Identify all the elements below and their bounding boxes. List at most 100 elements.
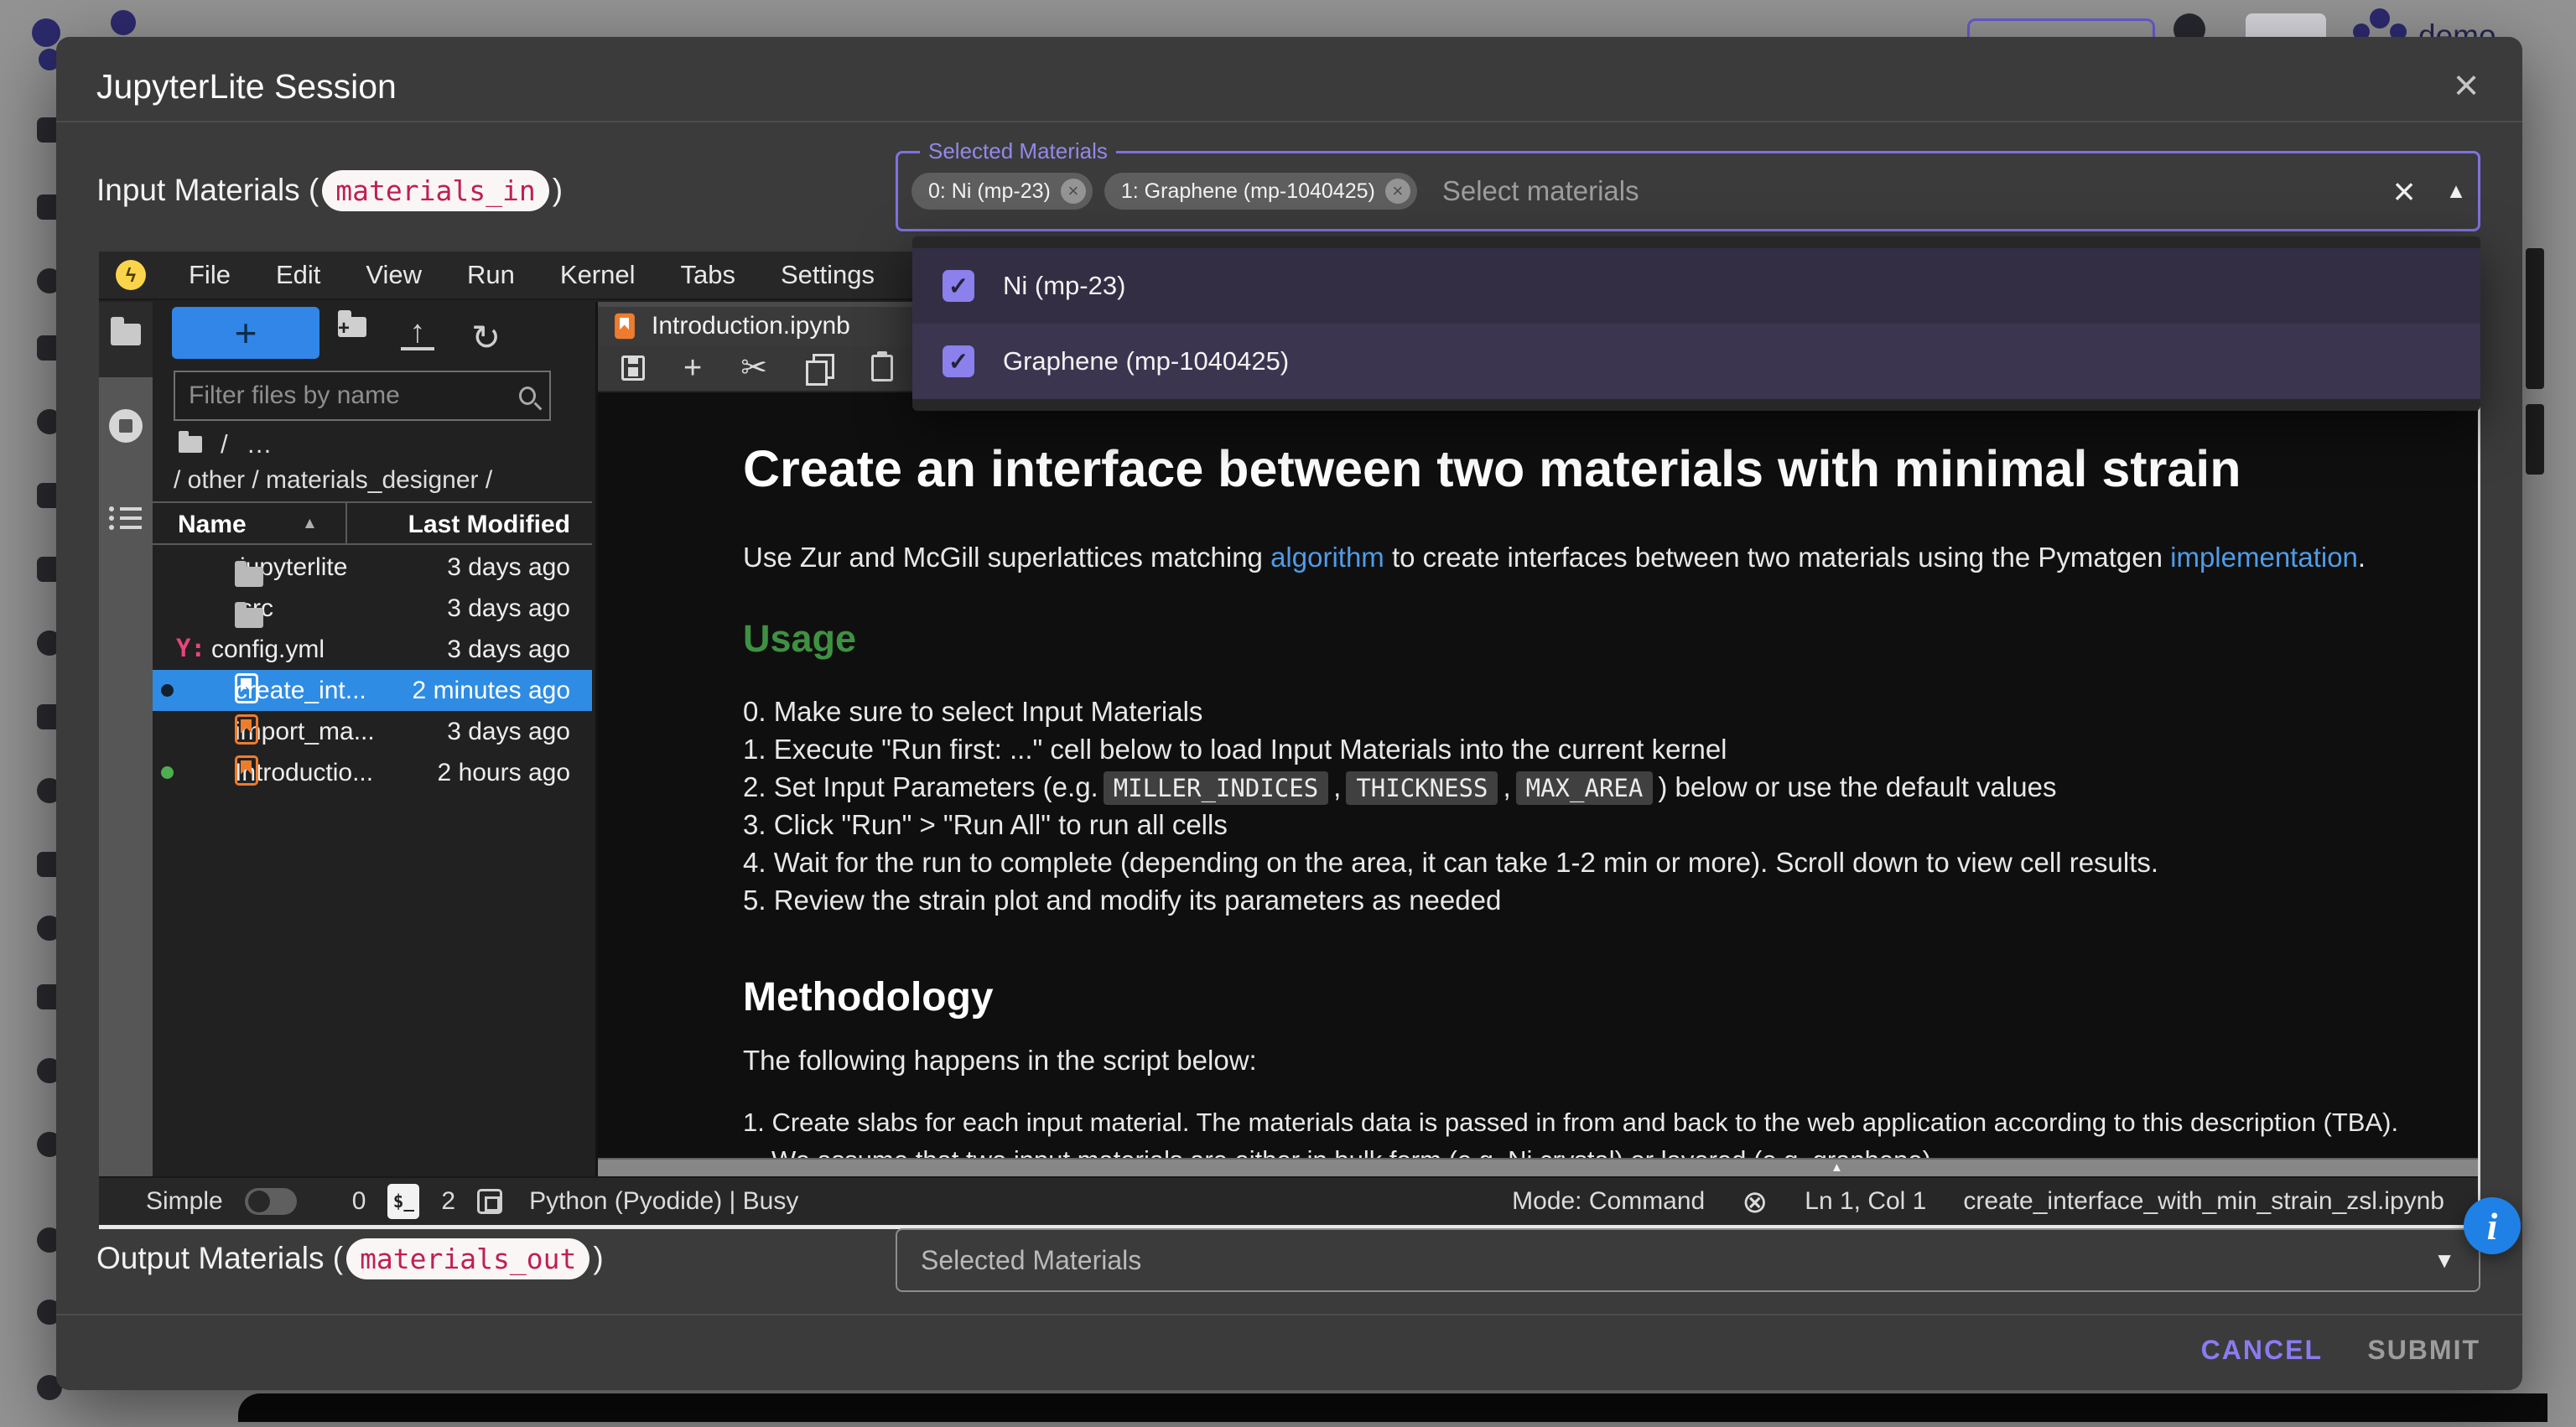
menu-tabs[interactable]: Tabs: [658, 260, 758, 290]
notebook-icon: [235, 673, 258, 703]
chips-container: 0: Ni (mp-23) × 1: Graphene (mp-1040425)…: [911, 153, 1639, 229]
background-console-strip: [238, 1393, 2547, 1422]
checkbox-checked-icon[interactable]: ✓: [943, 270, 974, 302]
add-cell-icon[interactable]: +: [683, 352, 702, 384]
file-browser-icon[interactable]: [111, 324, 141, 345]
app-logo: [32, 18, 60, 47]
background-strip: [2526, 404, 2544, 475]
home-folder-icon[interactable]: [179, 436, 202, 453]
methodology-intro: The following happens in the script belo…: [743, 1045, 1257, 1077]
command-mode-label: Mode: Command: [1512, 1187, 1705, 1216]
cancel-button[interactable]: CANCEL: [2201, 1335, 2323, 1366]
breadcrumb-ellipsis[interactable]: …: [247, 429, 273, 459]
search-icon: [519, 387, 536, 405]
file-list-header: Name ▲ Last Modified: [153, 501, 592, 545]
selected-materials-field[interactable]: Selected Materials 0: Ni (mp-23) × 1: Gr…: [896, 151, 2480, 231]
usage-list: 0. Make sure to select Input Materials 1…: [743, 693, 2158, 919]
cursor-position: Ln 1, Col 1: [1805, 1187, 1926, 1216]
background-strip: [2526, 248, 2544, 389]
file-row-create-interface[interactable]: create_int... 2 minutes ago: [153, 670, 592, 711]
status-bar: Simple 0 $_ 2 Python (Pyodide) | Busy Mo…: [99, 1176, 2478, 1225]
menu-file[interactable]: File: [166, 260, 253, 290]
copy-icon[interactable]: [806, 354, 833, 382]
file-list: jupyterlite 3 days ago src 3 days ago Y:…: [153, 547, 592, 793]
collapse-icon[interactable]: ▲: [2434, 153, 2478, 229]
rail-lower-section: [99, 377, 153, 1176]
column-name[interactable]: Name: [178, 511, 247, 539]
sort-ascending-icon[interactable]: ▲: [302, 515, 318, 533]
menu-settings[interactable]: Settings: [758, 260, 897, 290]
upload-icon[interactable]: ↑: [401, 317, 434, 350]
materials-dropdown-menu: ✓ Ni (mp-23) ✓ Graphene (mp-1040425): [912, 236, 2480, 411]
input-materials-label: Input Materials (materials_in): [96, 164, 563, 216]
trust-shield-icon: ⊗: [1742, 1184, 1768, 1220]
breadcrumb[interactable]: / …: [179, 429, 273, 459]
notebook-icon: [235, 714, 258, 745]
file-row-introduction[interactable]: Introductio... 2 hours ago: [153, 752, 592, 793]
close-icon[interactable]: ×: [2439, 59, 2493, 112]
menu-run[interactable]: Run: [444, 260, 538, 290]
cut-icon[interactable]: ✂: [740, 352, 767, 384]
methodology-heading: Methodology: [743, 974, 994, 1020]
material-chip[interactable]: 0: Ni (mp-23) ×: [911, 173, 1093, 210]
divider: [56, 1314, 2522, 1315]
checkbox-checked-icon[interactable]: ✓: [943, 345, 974, 377]
chip-remove-icon[interactable]: ×: [1061, 179, 1086, 204]
material-chip[interactable]: 1: Graphene (mp-1040425) ×: [1104, 173, 1417, 210]
option-ni[interactable]: ✓ Ni (mp-23): [912, 248, 2480, 324]
folder-icon: [235, 567, 263, 587]
terminals-count: 0: [352, 1187, 366, 1216]
jupyterlite-logo-icon: ϟ: [116, 260, 146, 290]
active-file-name: create_interface_with_min_strain_zsl.ipy…: [1963, 1187, 2444, 1216]
expand-icon: ▼: [2433, 1248, 2455, 1274]
paste-icon[interactable]: [871, 355, 893, 381]
file-row-config[interactable]: Y: config.yml 3 days ago: [153, 629, 592, 670]
kernel-status[interactable]: Python (Pyodide) | Busy: [529, 1187, 798, 1216]
option-label: Graphene (mp-1040425): [1003, 346, 1289, 376]
terminal-icon[interactable]: $_: [387, 1184, 419, 1219]
output-materials-select[interactable]: Selected Materials ▼: [896, 1228, 2480, 1292]
implementation-link[interactable]: implementation: [2170, 542, 2358, 573]
simple-mode-label: Simple: [146, 1187, 223, 1216]
divider: [56, 121, 2522, 122]
option-graphene[interactable]: ✓ Graphene (mp-1040425): [912, 324, 2480, 399]
table-of-contents-icon[interactable]: [109, 506, 143, 532]
kernel-dot-icon: [161, 684, 174, 697]
column-last-modified[interactable]: Last Modified: [408, 511, 570, 539]
notebook-dock: Introduction.ipynb + ✂ ▶ Create an inter…: [595, 302, 2478, 1176]
algorithm-link[interactable]: algorithm: [1270, 542, 1384, 573]
menu-view[interactable]: View: [343, 260, 444, 290]
chip-remove-icon[interactable]: ×: [1385, 179, 1410, 204]
info-button[interactable]: i: [2464, 1197, 2521, 1254]
menu-kernel[interactable]: Kernel: [538, 260, 658, 290]
jupyterlite-session-dialog: JupyterLite Session × Input Materials (m…: [56, 37, 2522, 1390]
kernel-chip-icon[interactable]: [477, 1189, 502, 1214]
code-chip: MAX_AREA: [1516, 771, 1654, 805]
simple-mode-toggle[interactable]: [245, 1188, 297, 1215]
notebook-icon: [615, 314, 635, 340]
new-launcher-button[interactable]: +: [172, 307, 319, 359]
file-row-import-material[interactable]: import_ma... 3 days ago: [153, 711, 592, 752]
tab-introduction-ipynb[interactable]: Introduction.ipynb: [598, 307, 930, 345]
menu-edit[interactable]: Edit: [253, 260, 343, 290]
submit-button[interactable]: SUBMIT: [2367, 1335, 2480, 1366]
kernels-count: 2: [441, 1187, 455, 1216]
file-row-jupyterlite[interactable]: jupyterlite 3 days ago: [153, 547, 592, 588]
file-row-src[interactable]: src 3 days ago: [153, 588, 592, 629]
status-bar-right: Mode: Command ⊗ Ln 1, Col 1 create_inter…: [1512, 1184, 2444, 1220]
filter-files-box[interactable]: [174, 371, 551, 421]
select-placeholder: Select materials: [1442, 175, 1639, 207]
dialog-title: JupyterLite Session: [96, 67, 397, 106]
running-kernels-icon[interactable]: [109, 409, 143, 443]
refresh-icon[interactable]: ↻: [471, 317, 501, 358]
save-icon[interactable]: [621, 355, 645, 381]
output-materials-label: Output Materials (materials_out): [96, 1232, 604, 1284]
clear-all-icon[interactable]: ×: [2379, 153, 2429, 229]
filter-files-input[interactable]: [189, 381, 512, 410]
folder-icon: [235, 608, 263, 628]
breadcrumb-path[interactable]: / other / materials_designer /: [174, 466, 492, 495]
file-browser-panel: + + ↑ ↻ / … / other / materials_designer…: [153, 302, 592, 1176]
option-label: Ni (mp-23): [1003, 271, 1125, 301]
horizontal-scrollbar[interactable]: ▲: [598, 1158, 2478, 1176]
column-divider: [345, 503, 347, 543]
